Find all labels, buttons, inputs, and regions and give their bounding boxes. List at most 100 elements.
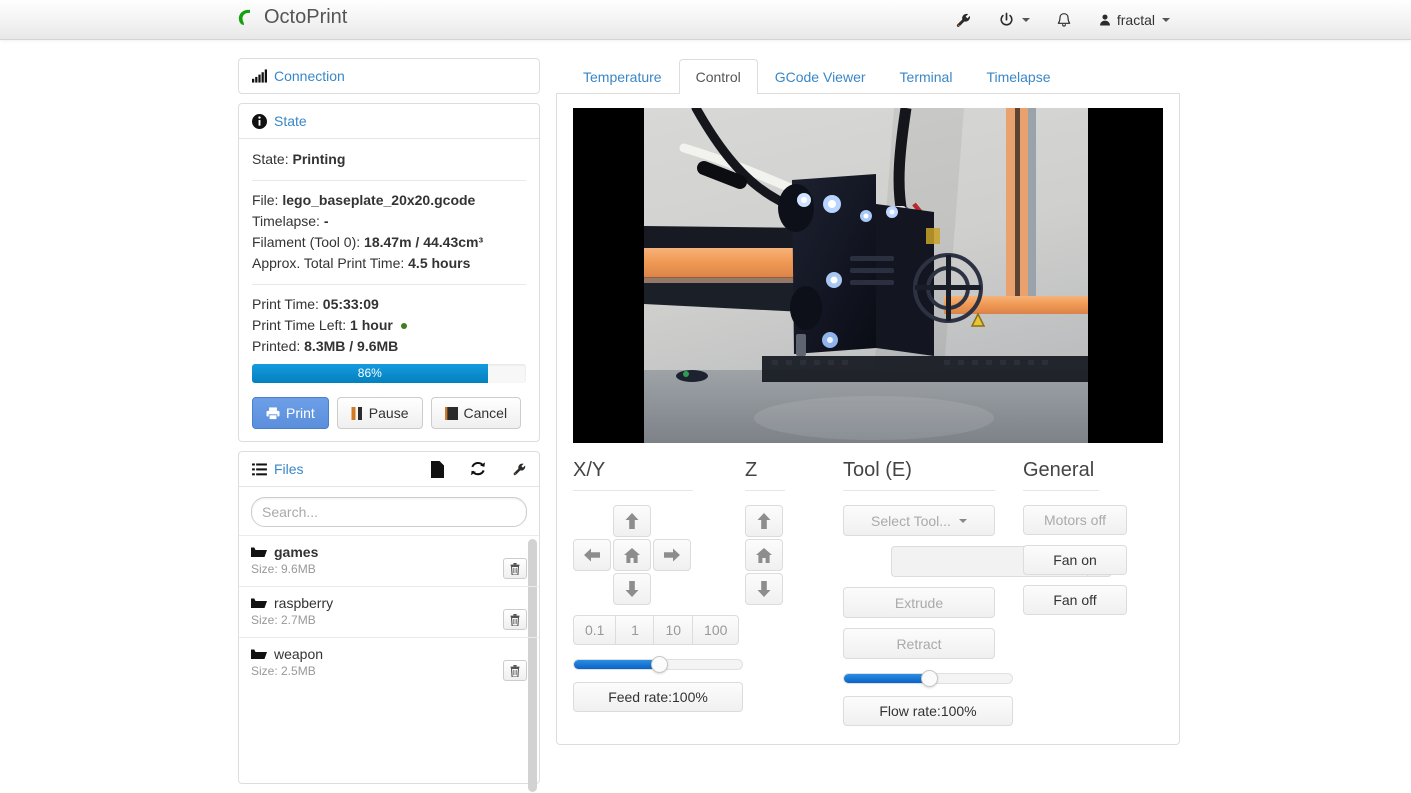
tool-control-column: Tool (E) Select Tool... mm Extrude Retra… bbox=[843, 459, 1113, 726]
print-time-left-value: 1 hour bbox=[350, 317, 393, 333]
estimate-quality-dot bbox=[400, 323, 407, 330]
motors-off-button[interactable]: Motors off bbox=[1023, 505, 1127, 535]
file-list: games Size: 9.6MB raspberry Size: 2.7MB weap… bbox=[239, 535, 539, 792]
file-label: File: bbox=[252, 192, 279, 208]
wrench-icon[interactable] bbox=[512, 462, 527, 477]
bell-icon bbox=[1057, 13, 1071, 27]
file-item-name: weapon bbox=[251, 646, 527, 662]
jog-z-down-button[interactable] bbox=[745, 573, 783, 605]
file-list-item[interactable]: games Size: 9.6MB bbox=[239, 535, 539, 586]
delete-file-button[interactable] bbox=[503, 609, 527, 630]
main-tab-bar: Temperature Control GCode Viewer Terminal Ti… bbox=[556, 58, 1180, 94]
file-list-item[interactable]: raspberry Size: 2.7MB bbox=[239, 586, 539, 637]
general-title: General bbox=[1023, 459, 1095, 481]
timelapse-value: - bbox=[323, 213, 329, 229]
fan-off-button[interactable]: Fan off bbox=[1023, 585, 1127, 615]
refresh-icon[interactable] bbox=[470, 461, 486, 477]
divider bbox=[745, 490, 785, 491]
state-label: State: bbox=[252, 151, 289, 167]
files-panel-header[interactable]: Files bbox=[239, 452, 539, 486]
print-button[interactable]: Print bbox=[252, 397, 329, 429]
tab-control[interactable]: Control bbox=[678, 59, 758, 94]
tab-timelapse[interactable]: Timelapse bbox=[969, 59, 1067, 94]
extrude-button[interactable]: Extrude bbox=[843, 587, 995, 618]
control-tab-panel: X/Y 0.1 1 10 100 Feed rate:100% Z Tool (… bbox=[556, 94, 1180, 745]
feed-rate-slider-handle[interactable] bbox=[651, 656, 668, 673]
z-control-column: Z bbox=[745, 459, 819, 726]
step-size-100[interactable]: 100 bbox=[692, 615, 740, 645]
print-time-value: 05:33:09 bbox=[322, 296, 379, 312]
file-item-size: Size: 2.5MB bbox=[251, 664, 316, 678]
state-panel-body: State: Printing File: lego_baseplate_20x… bbox=[239, 138, 539, 441]
file-item-size: Size: 9.6MB bbox=[251, 562, 316, 576]
tab-gcode-viewer[interactable]: GCode Viewer bbox=[758, 59, 883, 94]
main-area: Temperature Control GCode Viewer Terminal Ti… bbox=[556, 58, 1180, 745]
home-icon bbox=[756, 547, 772, 563]
flow-rate-slider-handle[interactable] bbox=[921, 670, 938, 687]
search-input[interactable] bbox=[251, 497, 527, 527]
file-list-item[interactable]: weapon Size: 2.5MB bbox=[239, 637, 539, 688]
navbar-power-button[interactable] bbox=[985, 0, 1043, 40]
jog-z-up-button[interactable] bbox=[745, 505, 783, 537]
select-tool-label: Select Tool... bbox=[871, 512, 951, 529]
file-item-name-text: weapon bbox=[274, 646, 324, 662]
jog-y-down-button[interactable] bbox=[613, 573, 651, 605]
home-xy-button[interactable] bbox=[613, 539, 651, 571]
printer-icon bbox=[266, 406, 280, 420]
fan-on-button[interactable]: Fan on bbox=[1023, 545, 1127, 575]
pause-icon bbox=[351, 406, 362, 420]
cancel-button[interactable]: Cancel bbox=[430, 397, 522, 429]
tab-terminal[interactable]: Terminal bbox=[883, 59, 970, 94]
flow-rate-slider[interactable] bbox=[843, 670, 1013, 687]
home-z-button[interactable] bbox=[745, 539, 783, 571]
step-size-0.1[interactable]: 0.1 bbox=[573, 615, 616, 645]
step-size-10[interactable]: 10 bbox=[653, 615, 693, 645]
connection-panel-header[interactable]: Connection bbox=[239, 59, 539, 93]
page-body: Connection State State: Printing File: l… bbox=[0, 40, 1411, 792]
general-control-column: General Motors off Fan on Fan off bbox=[1023, 459, 1127, 726]
webcam-image bbox=[644, 108, 1088, 443]
file-icon[interactable] bbox=[431, 460, 444, 478]
xy-row-mid bbox=[573, 539, 745, 571]
filament-label: Filament (Tool 0): bbox=[252, 234, 361, 250]
files-panel: Files Search... games Size: 9.6MB raspbe… bbox=[238, 451, 540, 792]
feed-rate-slider[interactable] bbox=[573, 656, 743, 673]
divider bbox=[573, 490, 693, 491]
connection-panel-title[interactable]: Connection bbox=[274, 68, 345, 84]
xy-row-up bbox=[573, 505, 745, 537]
state-panel-title[interactable]: State bbox=[274, 113, 307, 129]
navbar-right-items: fractal bbox=[942, 0, 1183, 40]
tab-temperature[interactable]: Temperature bbox=[566, 59, 679, 94]
jog-x-right-button[interactable] bbox=[653, 539, 691, 571]
webcam-container bbox=[573, 108, 1163, 443]
state-row-approx-time: Approx. Total Print Time: 4.5 hours bbox=[252, 253, 526, 274]
files-panel-title[interactable]: Files bbox=[274, 461, 304, 477]
print-action-buttons: Print Pause Cancel bbox=[252, 397, 526, 429]
flow-rate-button[interactable]: Flow rate:100% bbox=[843, 696, 1013, 726]
chevron-down-icon bbox=[958, 518, 967, 523]
webcam-stream[interactable] bbox=[644, 108, 1088, 443]
delete-file-button[interactable] bbox=[503, 558, 527, 579]
delete-file-button[interactable] bbox=[503, 660, 527, 681]
select-tool-dropdown[interactable]: Select Tool... bbox=[843, 505, 995, 536]
feed-rate-button[interactable]: Feed rate:100% bbox=[573, 682, 743, 712]
xy-title: X/Y bbox=[573, 459, 606, 481]
pause-button[interactable]: Pause bbox=[336, 397, 423, 429]
file-item-name: games bbox=[251, 544, 527, 560]
step-size-1[interactable]: 1 bbox=[615, 615, 654, 645]
state-panel-header[interactable]: State bbox=[239, 104, 539, 138]
stop-square-icon bbox=[444, 406, 458, 420]
navbar-notifications-button[interactable] bbox=[1043, 0, 1085, 40]
jog-y-up-button[interactable] bbox=[613, 505, 651, 537]
brand-link[interactable]: OctoPrint bbox=[236, 5, 347, 29]
state-row-print-time: Print Time: 05:33:09 bbox=[252, 294, 526, 315]
files-search-wrap bbox=[239, 487, 539, 535]
navbar-settings-button[interactable] bbox=[942, 0, 985, 40]
jog-x-left-button[interactable] bbox=[573, 539, 611, 571]
state-row-printed: Printed: 8.3MB / 9.6MB bbox=[252, 336, 526, 357]
navbar-user-menu[interactable]: fractal bbox=[1085, 0, 1183, 40]
retract-button[interactable]: Retract bbox=[843, 628, 995, 659]
z-row-down bbox=[745, 573, 819, 605]
feed-rate-slider-fill bbox=[574, 660, 659, 669]
